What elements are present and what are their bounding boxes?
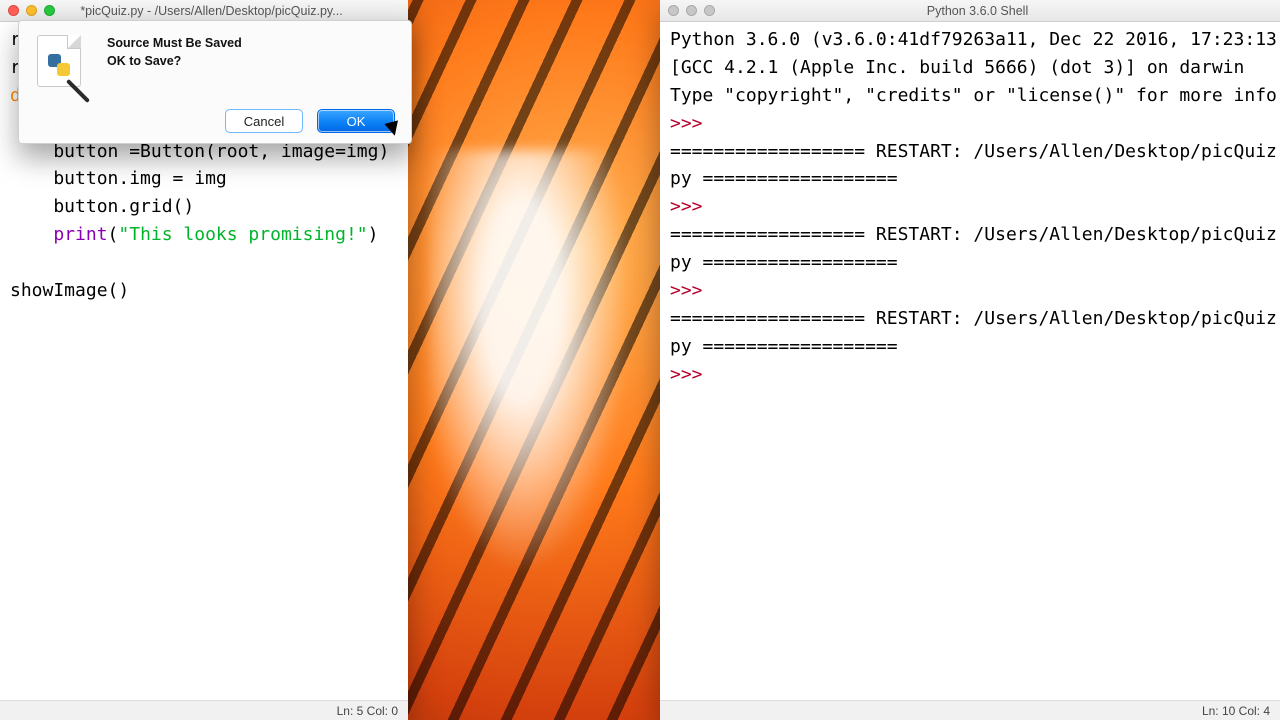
shell-titlebar[interactable]: Python 3.6.0 Shell (660, 0, 1280, 22)
traffic-lights (8, 5, 55, 16)
shell-banner: Python 3.6.0 (v3.6.0:41df79263a11, Dec 2… (670, 29, 1280, 50)
dialog-line1: Source Must Be Saved (107, 35, 242, 53)
shell-output-area[interactable]: Python 3.6.0 (v3.6.0:41df79263a11, Dec 2… (660, 22, 1280, 700)
shell-prompt: >>> (670, 364, 713, 385)
code-line: ( (108, 224, 119, 245)
shell-statusbar: Ln: 10 Col: 4 (660, 700, 1280, 720)
editor-cursor-position: Ln: 5 Col: 0 (337, 704, 398, 718)
code-string: "This looks promising!" (118, 224, 367, 245)
shell-prompt: >>> (670, 113, 713, 134)
code-builtin: print (53, 224, 107, 245)
close-icon[interactable] (8, 5, 19, 16)
zoom-icon[interactable] (44, 5, 55, 16)
code-line: button.img = img (10, 168, 227, 189)
dialog-message: Source Must Be Saved OK to Save? (107, 33, 242, 91)
cancel-button[interactable]: Cancel (225, 109, 303, 133)
shell-window: Python 3.6.0 Shell Python 3.6.0 (v3.6.0:… (660, 0, 1280, 720)
save-dialog: Source Must Be Saved OK to Save? Cancel … (18, 20, 412, 144)
shell-restart: py ================== (670, 252, 898, 273)
close-icon[interactable] (668, 5, 679, 16)
python-file-icon (33, 33, 91, 91)
editor-title: *picQuiz.py - /Users/Allen/Desktop/picQu… (63, 4, 360, 18)
editor-statusbar: Ln: 5 Col: 0 (0, 700, 408, 720)
shell-banner: Type "copyright", "credits" or "license(… (670, 85, 1280, 106)
code-line: ) (368, 224, 379, 245)
zoom-icon[interactable] (704, 5, 715, 16)
traffic-lights (668, 5, 715, 16)
shell-prompt: >>> (670, 280, 713, 301)
shell-title: Python 3.6.0 Shell (723, 4, 1232, 18)
minimize-icon[interactable] (26, 5, 37, 16)
minimize-icon[interactable] (686, 5, 697, 16)
shell-banner: [GCC 4.2.1 (Apple Inc. build 5666) (dot … (670, 57, 1244, 78)
dialog-line2: OK to Save? (107, 53, 242, 71)
editor-titlebar[interactable]: *picQuiz.py - /Users/Allen/Desktop/picQu… (0, 0, 408, 22)
shell-restart: ================== RESTART: /Users/Allen… (670, 224, 1280, 245)
shell-cursor-position: Ln: 10 Col: 4 (1202, 704, 1270, 718)
shell-restart: py ================== (670, 168, 898, 189)
shell-prompt: >>> (670, 196, 713, 217)
code-line: button.grid() (10, 196, 194, 217)
code-line: showImage() (10, 280, 129, 301)
shell-restart: py ================== (670, 336, 898, 357)
shell-restart: ================== RESTART: /Users/Allen… (670, 141, 1280, 162)
code-line (10, 224, 53, 245)
shell-restart: ================== RESTART: /Users/Allen… (670, 308, 1280, 329)
desktop-background: *picQuiz.py - /Users/Allen/Desktop/picQu… (0, 0, 1280, 720)
ok-button[interactable]: OK (317, 109, 395, 133)
